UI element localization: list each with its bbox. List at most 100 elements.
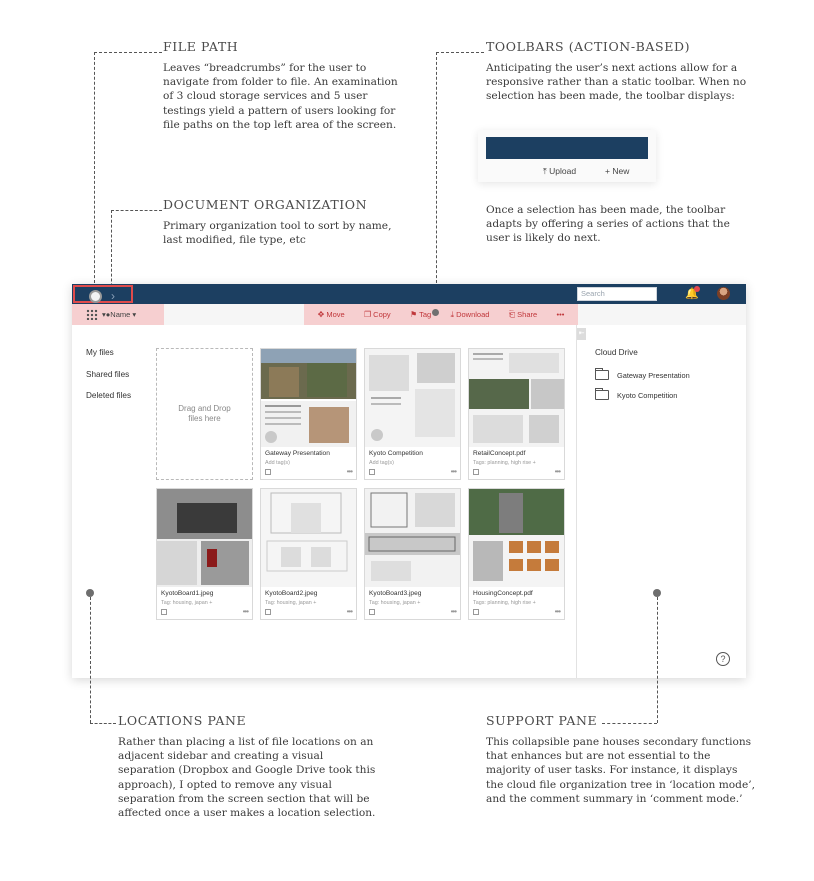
file-checkbox[interactable] (473, 469, 479, 475)
file-more-icon[interactable]: ••• (347, 607, 353, 616)
file-more-icon[interactable]: ••• (347, 467, 353, 476)
search-input[interactable]: Search (577, 287, 657, 301)
annotation-file-path: FILE PATH Leaves “breadcrumbs” for the u… (163, 39, 403, 132)
locations-pane: My files Shared files Deleted files (86, 348, 131, 413)
file-tags[interactable]: Tag: housing, japan + (369, 600, 420, 606)
sort-dropdown[interactable]: ▾●Name ▾ (102, 310, 136, 319)
folder-icon (595, 388, 609, 400)
share-label: Share (517, 310, 538, 319)
folder-label: Gateway Presentation (617, 370, 690, 380)
annotation-body: Leaves “breadcrumbs” for the user to nav… (163, 62, 398, 131)
file-card[interactable]: KyotoBoard3.jpeg Tag: housing, japan + •… (364, 488, 461, 620)
file-name: RetailConcept.pdf (473, 450, 526, 457)
file-checkbox[interactable] (265, 609, 271, 615)
download-button[interactable]: ⤓ Download (451, 310, 490, 320)
copy-icon: ❐ (363, 310, 372, 319)
annotation-body: This collapsible pane houses secondary f… (486, 736, 755, 805)
folder-icon (595, 368, 609, 380)
tag-button[interactable]: ⚑ Tag (410, 310, 431, 319)
annotation-body: Primary organization tool to sort by nam… (163, 220, 392, 247)
annotation-title: TOOLBARS (ACTION-BASED) (486, 39, 691, 54)
file-thumbnail (157, 489, 252, 587)
folder-label: Kyoto Competition (617, 390, 678, 400)
location-shared-files[interactable]: Shared files (86, 370, 131, 392)
grid-view-icon[interactable] (86, 309, 98, 320)
file-thumbnail (469, 349, 564, 447)
folder-item[interactable]: Gateway Presentation (595, 368, 690, 380)
file-card[interactable]: Gateway Presentation Add tag(s) ••• (260, 348, 357, 480)
toolbars-leader-v (436, 52, 437, 288)
toolbar-preview-bar (486, 137, 648, 159)
file-thumbnail (469, 489, 564, 587)
share-icon: ⎗ (508, 309, 516, 319)
file-more-icon[interactable]: ••• (555, 467, 561, 476)
file-card[interactable]: KyotoBoard1.jpeg Tag: housing, japan + •… (156, 488, 253, 620)
file-tags[interactable]: Add tag(s) (265, 460, 290, 466)
file-checkbox[interactable] (369, 469, 375, 475)
file-checkbox[interactable] (161, 609, 167, 615)
file-path-leader-h (94, 52, 162, 53)
sort-label: Name (110, 310, 131, 319)
annotation-toolbars-after: Once a selection has been made, the tool… (486, 197, 756, 246)
file-card[interactable]: RetailConcept.pdf Tags: planning, high r… (468, 348, 565, 480)
file-name: KyotoBoard1.jpeg (161, 590, 214, 597)
file-tags[interactable]: Tags: planning, high rise + (473, 600, 536, 606)
file-name: HousingConcept.pdf (473, 590, 533, 597)
file-thumbnail (365, 489, 460, 587)
locations-leader-dot (86, 589, 94, 597)
annotation-body: Anticipating the user’s next actions all… (486, 62, 747, 103)
file-thumbnail (365, 349, 460, 447)
file-checkbox[interactable] (369, 609, 375, 615)
locations-leader-v (90, 597, 91, 723)
share-button[interactable]: ⎗ Share (509, 310, 537, 320)
file-checkbox[interactable] (473, 609, 479, 615)
move-icon: ✥ (317, 310, 325, 319)
new-label: New (612, 166, 630, 176)
file-name: Gateway Presentation (265, 450, 330, 457)
file-tags[interactable]: Add tag(s) (369, 460, 394, 466)
help-icon[interactable]: ? (716, 652, 730, 666)
more-actions-button[interactable]: ••• (556, 310, 564, 319)
folder-item[interactable]: Kyoto Competition (595, 388, 678, 400)
copy-label: Copy (373, 310, 391, 319)
annotation-support-pane: SUPPORT PANE This collapsible pane house… (486, 713, 756, 806)
home-logo-icon[interactable] (89, 290, 102, 303)
location-my-files[interactable]: My files (86, 348, 131, 370)
file-tags[interactable]: Tag: housing, japan + (161, 600, 212, 606)
file-more-icon[interactable]: ••• (555, 607, 561, 616)
doc-org-leader-h (111, 210, 162, 211)
toolbar-preview-new: + New (605, 166, 629, 176)
annotation-title: DOCUMENT ORGANIZATION (163, 197, 368, 212)
download-label: Download (456, 310, 490, 319)
toolbar-preview-upload: ⤒ Upload (543, 166, 576, 177)
toolbars-leader-h (436, 52, 484, 53)
dropzone[interactable]: Drag and Drop files here (156, 348, 253, 480)
file-path-leader-v (94, 52, 95, 288)
toolbar: ▾●Name ▾ ✥ Move ❐ Copy ⚑ Tag ⤓ Download ⎗ Sha… (72, 304, 746, 325)
file-more-icon[interactable]: ••• (451, 467, 457, 476)
move-button[interactable]: ✥ Move (318, 310, 345, 319)
file-tags[interactable]: Tags: planning, high rise + (473, 460, 536, 466)
file-more-icon[interactable]: ••• (243, 607, 249, 616)
file-card[interactable]: HousingConcept.pdf Tags: planning, high … (468, 488, 565, 620)
annotation-document-organization: DOCUMENT ORGANIZATION Primary organizati… (163, 197, 393, 247)
app-window: › Search 🔔 ▾●Name ▾ ✥ Move ❐ Copy ⚑ Tag ⤓ Do… (72, 284, 746, 678)
support-leader-dot (653, 589, 661, 597)
action-toolbar: ✥ Move ❐ Copy ⚑ Tag ⤓ Download ⎗ Share ••• (304, 304, 578, 325)
file-checkbox[interactable] (265, 469, 271, 475)
sort-control[interactable]: ▾●Name ▾ (72, 304, 164, 325)
file-card[interactable]: KyotoBoard2.jpeg Tag: housing, japan + •… (260, 488, 357, 620)
tag-icon: ⚑ (409, 310, 418, 319)
copy-button[interactable]: ❐ Copy (364, 310, 391, 319)
annotation-locations-pane: LOCATIONS PANE Rather than placing a lis… (118, 713, 378, 820)
location-deleted-files[interactable]: Deleted files (86, 391, 131, 413)
collapse-pane-icon[interactable]: ⇤ (577, 328, 586, 340)
avatar[interactable] (717, 287, 730, 300)
notification-badge (694, 286, 700, 292)
annotation-title: SUPPORT PANE (486, 713, 598, 728)
file-name: Kyoto Competition (369, 450, 423, 457)
file-card[interactable]: Kyoto Competition Add tag(s) ••• (364, 348, 461, 480)
file-tags[interactable]: Tag: housing, japan + (265, 600, 316, 606)
file-more-icon[interactable]: ••• (451, 607, 457, 616)
annotation-body: Rather than placing a list of file locat… (118, 736, 376, 820)
